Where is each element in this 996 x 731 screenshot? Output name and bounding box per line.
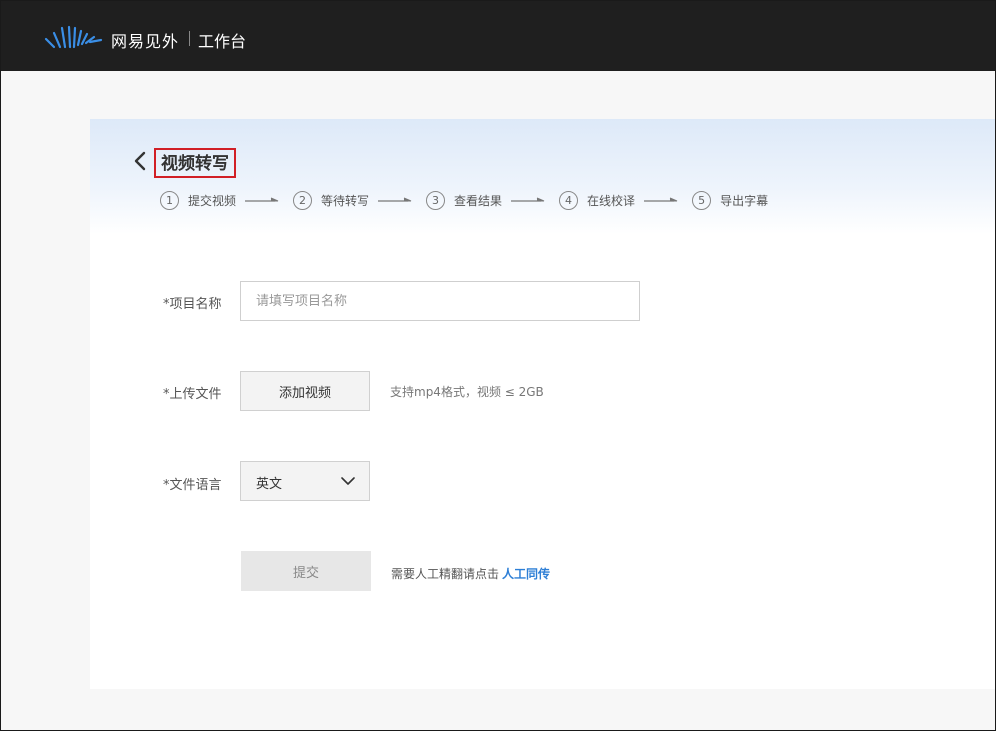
add-video-button[interactable]: 添加视频 (240, 371, 370, 411)
step-arrow-icon (644, 197, 678, 202)
file-language-label: *文件语言 (163, 478, 222, 493)
human-translation-hint: 需要人工精翻请点击 人工同传 (391, 565, 550, 582)
step-arrow-icon (245, 197, 279, 202)
step-number: 3 (426, 191, 446, 210)
progress-steps: 1 提交视频 2 等待转写 3 查看结果 4 在线校译 5 导出字幕 (160, 191, 768, 210)
step-label: 在线校译 (587, 194, 636, 208)
step-number: 1 (160, 191, 179, 210)
step-wait-transcribe: 2 等待转写 (293, 191, 369, 210)
brand-name[interactable]: 网易见外 (111, 28, 179, 52)
step-number: 2 (293, 191, 313, 210)
top-header: 网易见外 工作台 (0, 0, 996, 71)
step-export-subtitles: 5 导出字幕 (692, 191, 768, 210)
step-online-proofread: 4 在线校译 (559, 191, 635, 210)
upload-format-hint: 支持mp4格式，视频 ≤ 2GB (390, 385, 544, 399)
human-hint-text: 需要人工精翻请点击 (391, 567, 500, 581)
step-number: 4 (559, 191, 579, 210)
chevron-down-icon (341, 477, 355, 485)
netease-jianwai-logo-icon[interactable] (44, 25, 104, 49)
step-view-result: 3 查看结果 (426, 191, 502, 210)
main-card: 视频转写 1 提交视频 2 等待转写 3 查看结果 4 在线校译 5 导出字幕 (90, 119, 996, 689)
step-number: 5 (692, 191, 712, 210)
step-submit-video: 1 提交视频 (160, 191, 236, 210)
language-selected-value: 英文 (256, 477, 283, 492)
project-name-label: *项目名称 (163, 297, 222, 312)
back-arrow-icon[interactable] (132, 150, 148, 172)
project-name-input[interactable] (240, 281, 640, 321)
human-interpretation-link[interactable]: 人工同传 (502, 567, 550, 581)
step-arrow-icon (511, 197, 545, 202)
step-label: 导出字幕 (720, 194, 769, 208)
workspace-label[interactable]: 工作台 (198, 28, 246, 52)
step-arrow-icon (378, 197, 412, 202)
language-select[interactable]: 英文 (240, 461, 370, 501)
step-label: 等待转写 (321, 194, 370, 208)
step-label: 提交视频 (188, 194, 237, 208)
card-header: 视频转写 1 提交视频 2 等待转写 3 查看结果 4 在线校译 5 导出字幕 (90, 119, 996, 234)
page-title: 视频转写 (154, 148, 236, 178)
upload-file-label: *上传文件 (163, 387, 222, 402)
submit-button[interactable]: 提交 (241, 551, 371, 591)
step-label: 查看结果 (454, 194, 503, 208)
brand-divider (189, 31, 190, 46)
